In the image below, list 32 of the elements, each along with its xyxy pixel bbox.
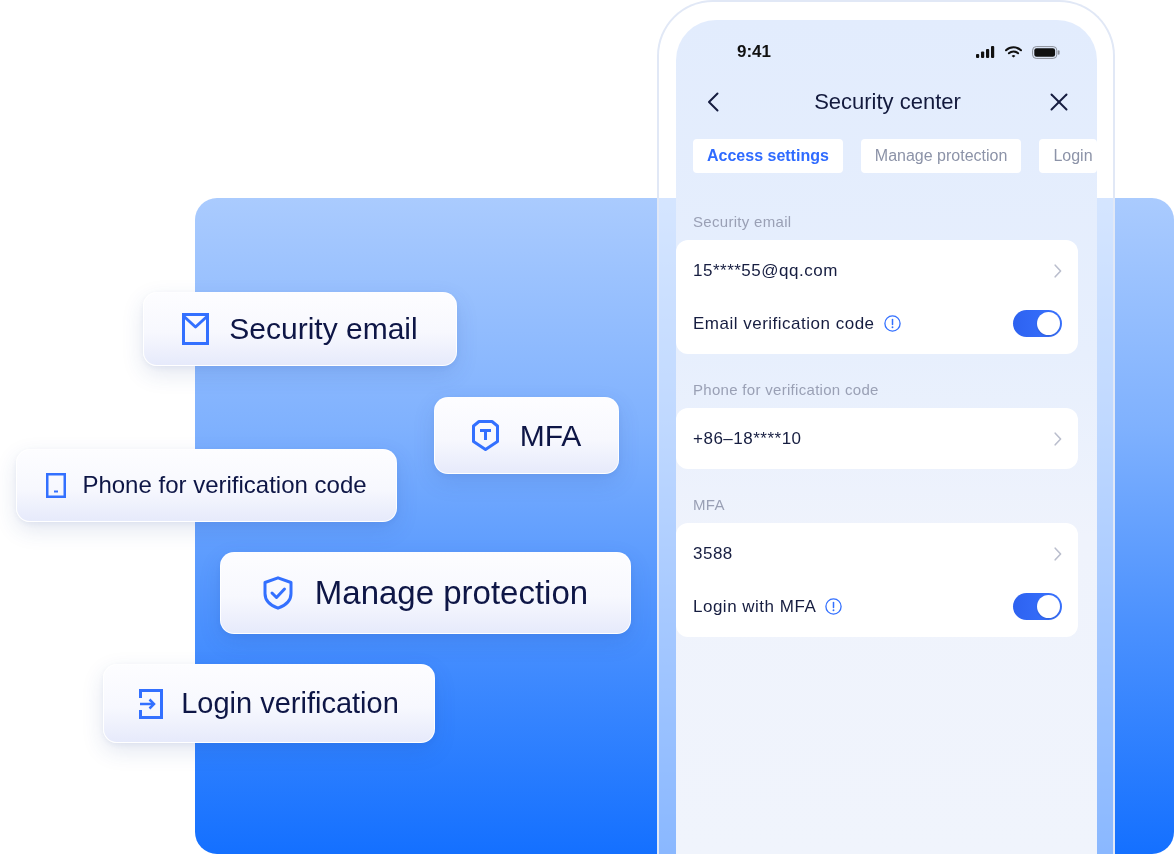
info-icon[interactable] (825, 598, 843, 615)
envelope-icon (182, 313, 210, 345)
chevron-right-icon (1054, 431, 1062, 446)
chevron-right-icon (1054, 546, 1062, 561)
feature-label: Manage protection (314, 573, 589, 613)
phone-icon (46, 473, 67, 498)
feature-label: Login verification (181, 686, 399, 721)
tab[interactable]: Access settings (693, 139, 843, 173)
section-label: MFA (692, 495, 726, 515)
section-label: Phone for verification code (692, 380, 880, 400)
toggle-switch[interactable] (1013, 310, 1062, 337)
feature-label: MFA (519, 417, 582, 454)
list-item[interactable]: 3588 (676, 527, 1078, 580)
wifi-icon (1005, 46, 1022, 58)
back-icon[interactable] (707, 92, 719, 112)
signal-icon (976, 46, 995, 58)
section-label: Security email (692, 212, 793, 232)
shield-check-icon (262, 576, 293, 610)
toggle-label: Login with MFA (693, 596, 817, 617)
info-icon[interactable] (883, 315, 901, 332)
feature-label: Phone for verification code (82, 471, 367, 500)
status-time: 9:41 (737, 41, 772, 63)
toggle-label: Email verification code (693, 313, 875, 334)
feature-label: Security email (229, 311, 418, 347)
screen-title: Security center (814, 88, 961, 116)
chevron-right-icon (1054, 263, 1062, 278)
close-icon[interactable] (1050, 93, 1068, 111)
hexagon-shield-icon (471, 420, 499, 451)
list-item[interactable]: +86–18****10 (676, 412, 1078, 465)
toggle-switch[interactable] (1013, 593, 1062, 620)
battery-icon (1032, 45, 1060, 59)
list-item[interactable]: 15****55@qq.com (676, 244, 1078, 297)
